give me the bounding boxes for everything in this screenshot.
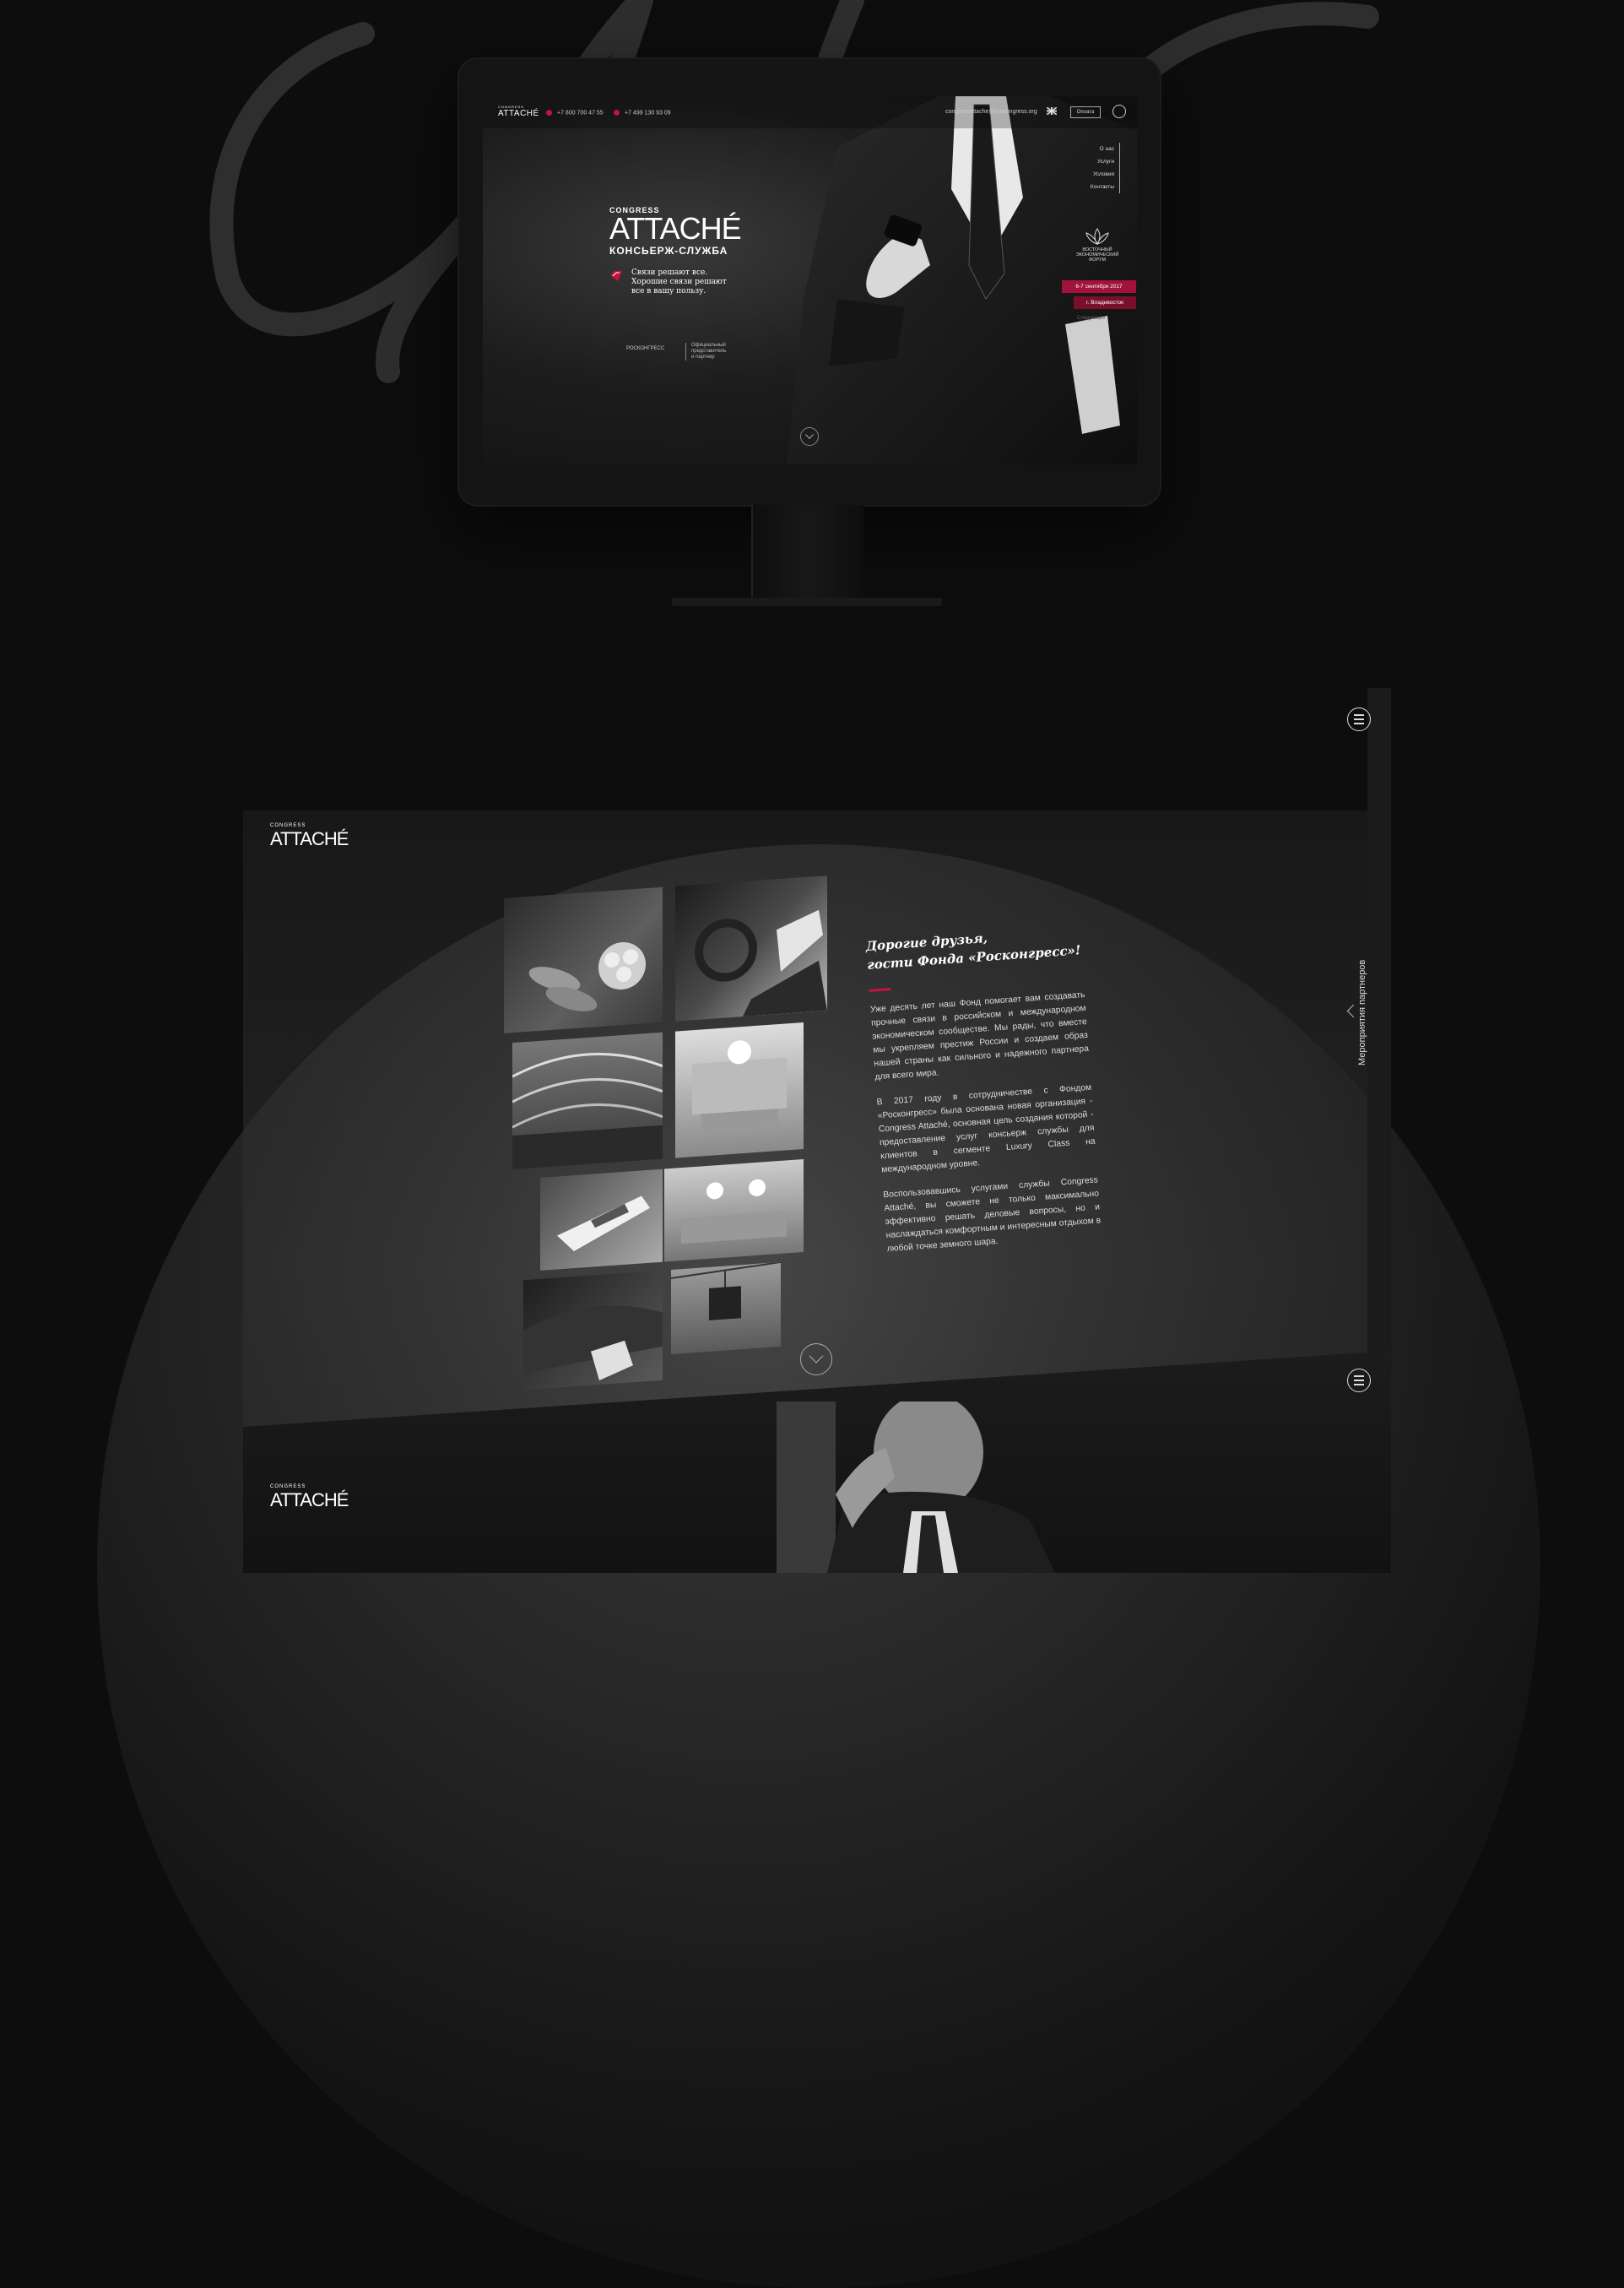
phone-1[interactable]: +7 800 700 47 55 (546, 110, 604, 116)
menu-icon[interactable] (1347, 1369, 1371, 1392)
hero-subtitle: КОНСЬЕРЖ-СЛУЖБА (609, 245, 728, 257)
photo-car-interior (675, 876, 827, 1022)
nav-item-contacts[interactable]: Контакты (1091, 181, 1114, 193)
intro-paragraph-2: В 2017 году в сотрудничестве с Фондом «Р… (876, 1082, 1096, 1175)
nav-item-services[interactable]: Услуги (1091, 155, 1114, 168)
phone-2-text: +7 499 130 93 09 (625, 110, 671, 117)
monitor-stand (751, 505, 864, 599)
hero-block: CONGRESS ATTACHÉ КОНСЬЕРЖ-СЛУЖБА Связи р… (609, 206, 778, 361)
logo-text: ATTACHÉ (270, 1489, 349, 1510)
man-on-phone-photo (777, 1402, 1055, 1573)
intro-paragraph-3: Воспользовавшись услугами службы Congres… (882, 1175, 1102, 1255)
forum-city: г. Владивосток (1074, 296, 1136, 309)
monitor-logo[interactable]: CONGRESS ATTACHÉ (498, 105, 539, 118)
forum-next-link[interactable]: Следующее (1077, 316, 1106, 321)
forum-line-3: ФОРУМ (1088, 258, 1107, 263)
scroll-down-icon[interactable] (800, 1343, 832, 1375)
partner-note-1: Официальный (691, 343, 726, 348)
menu-icon[interactable] (1347, 708, 1371, 731)
forum-date: 6-7 сентября 2017 (1062, 280, 1136, 293)
section-logo[interactable]: CONGRESS ATTACHÉ (270, 823, 349, 850)
roscongress-logo: РОСКОНГРЕСС (626, 346, 665, 351)
phone-2[interactable]: +7 499 130 93 09 (614, 110, 671, 116)
section-logo[interactable]: CONGRESS ATTACHÉ (270, 1484, 349, 1511)
photo-cable-car (671, 1261, 781, 1354)
forum-badge[interactable]: ВОСТОЧНЫЙ ЭКОНОМИЧЕСКИЙ ФОРУМ (1064, 227, 1131, 263)
intro-paragraph-1: Уже десять лет наш Фонд помогает вам соз… (869, 990, 1090, 1082)
nav-item-terms[interactable]: Условия (1091, 168, 1114, 181)
phone-1-text: +7 800 700 47 55 (557, 110, 604, 117)
tagline-line-1: Связи решают все. (631, 268, 708, 277)
email-link[interactable]: congressattache@roscongress.org (945, 109, 1037, 115)
tagline-line-3: все в вашу пользу. (631, 287, 706, 295)
photo-shoes-flowers (504, 886, 663, 1033)
partner-note-3: и партнер (691, 355, 715, 360)
brand-mark-icon (610, 271, 622, 281)
photo-theatre (512, 1032, 663, 1170)
menu-icon[interactable] (1112, 105, 1126, 118)
hero-tagline: Связи решают все. Хорошие связи решают в… (609, 268, 778, 296)
photo-jet-cabin (664, 1159, 804, 1262)
monitor-nav: О нас Услуги Условия Контакты (1091, 143, 1120, 193)
intro-text-block: Дорогие друзья, гости Фонда «Росконгресс… (865, 922, 1103, 1268)
accent-divider (869, 988, 891, 992)
partner-note-2: представитель (691, 349, 727, 354)
nav-item-about[interactable]: О нас (1091, 143, 1114, 155)
logo-text: ATTACHÉ (270, 828, 349, 849)
partner-events-label[interactable]: Мероприятия партнеров (1357, 960, 1367, 1065)
phone-icon (614, 110, 620, 116)
logo-text: ATTACHÉ (498, 109, 539, 118)
monitor-base (672, 598, 942, 606)
uk-flag-icon[interactable] (1047, 107, 1057, 115)
hero-attache: ATTACHÉ (609, 211, 742, 246)
photo-yacht (540, 1168, 663, 1271)
pay-button[interactable]: Оплата (1070, 106, 1101, 118)
partner-note: Официальный представитель и партнер (685, 343, 726, 361)
tagline-line-2: Хорошие связи решают (631, 278, 727, 286)
phone-icon (546, 110, 552, 116)
services-photo-grid (502, 841, 840, 1391)
monitor-screen: CONGRESS ATTACHÉ +7 800 700 47 55 +7 499… (483, 96, 1137, 464)
lotus-icon (1085, 228, 1109, 245)
photo-car-key (523, 1270, 663, 1391)
photo-luxury-room (675, 1022, 804, 1158)
scroll-down-icon[interactable] (800, 427, 819, 446)
